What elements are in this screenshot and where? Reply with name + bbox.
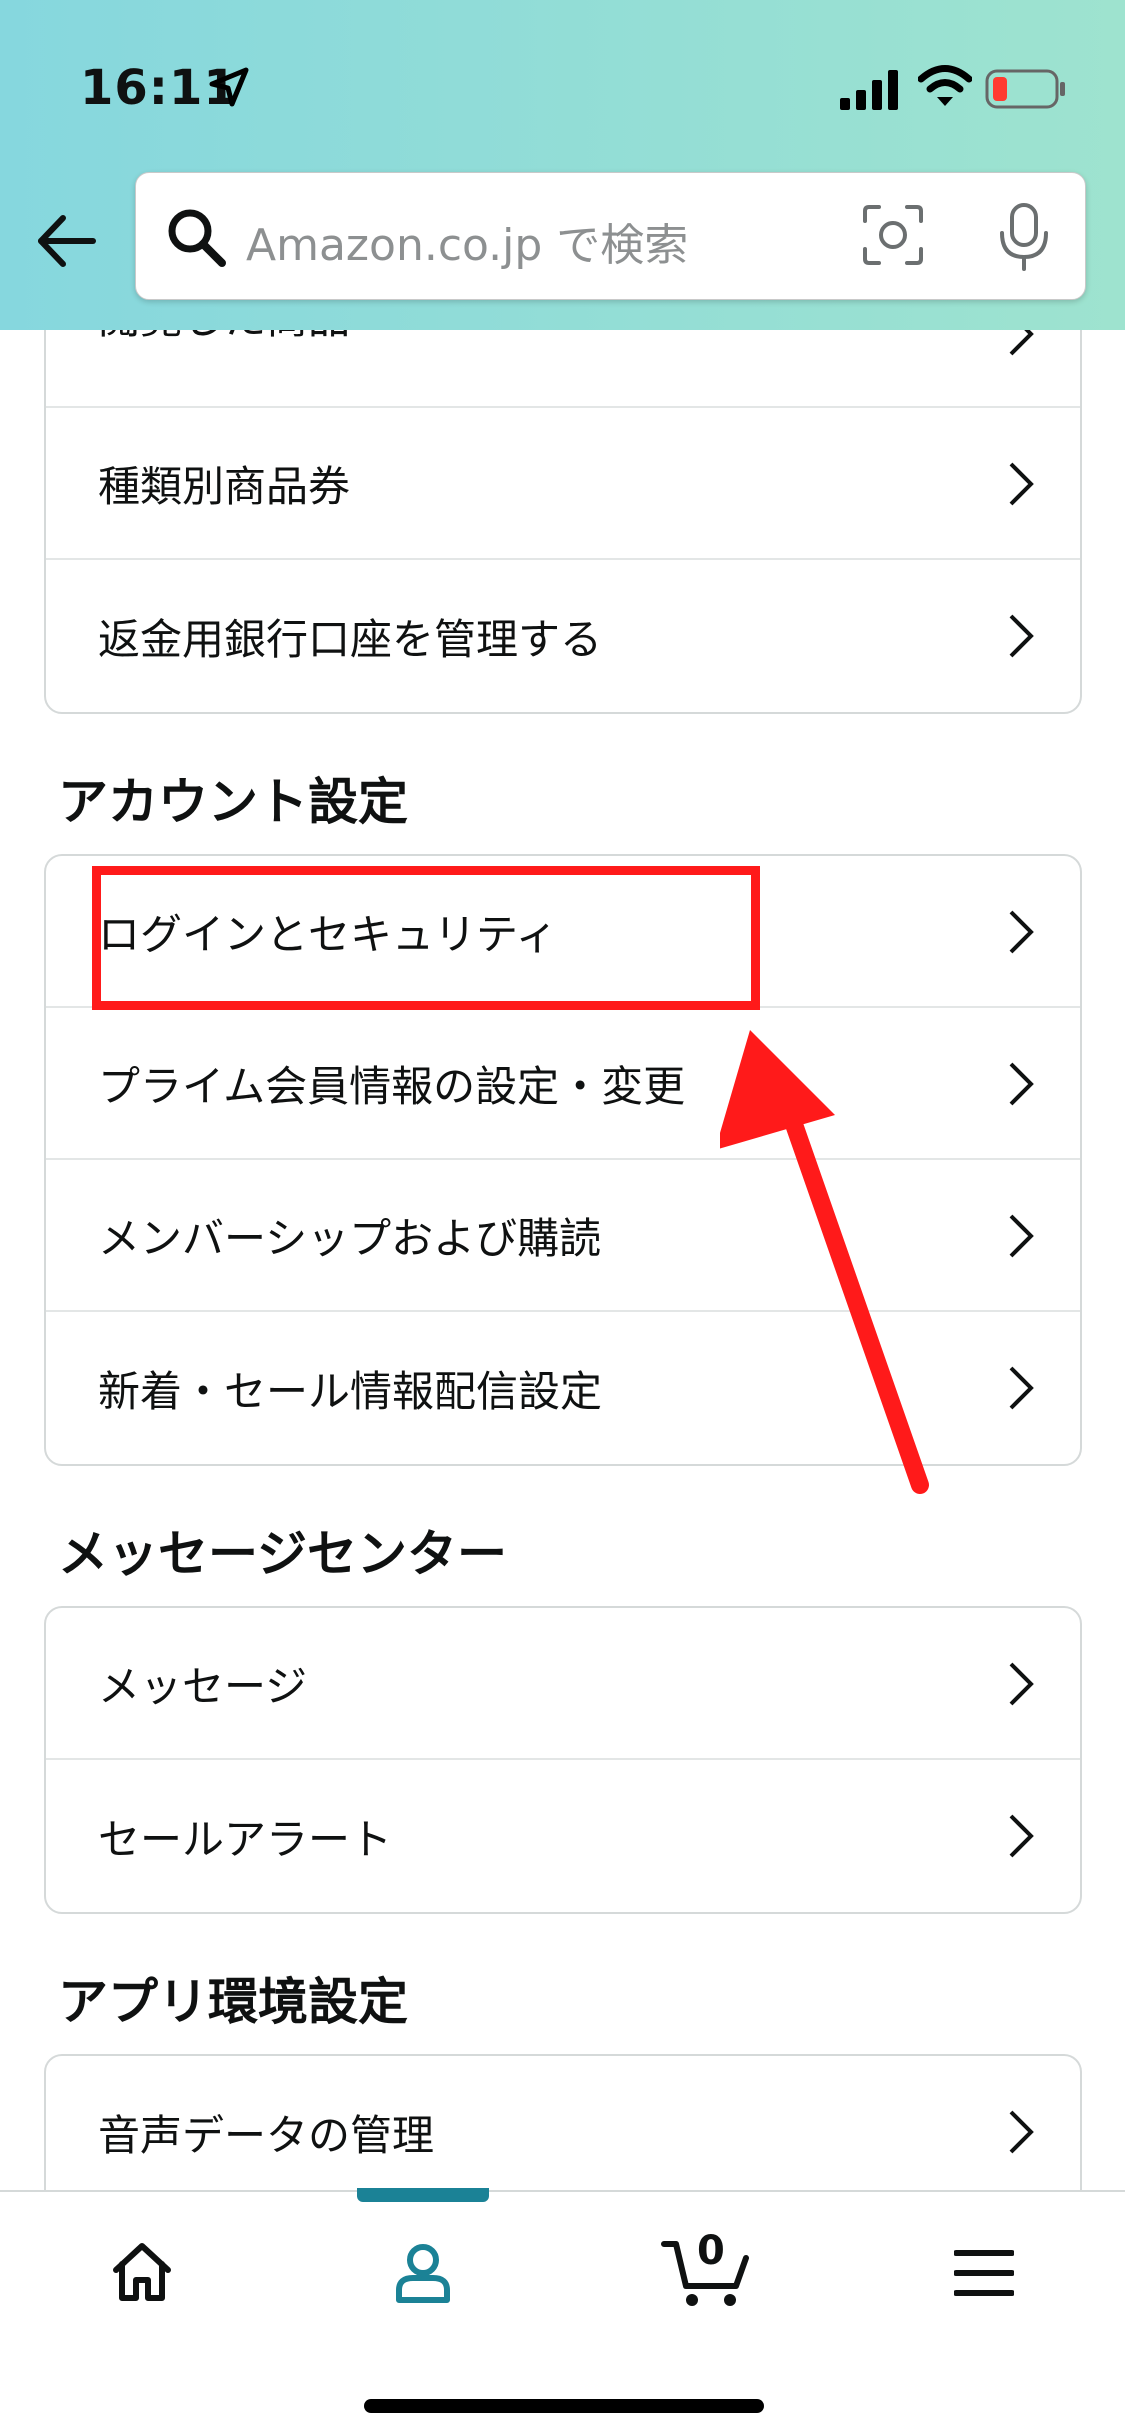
list-item-voice-data[interactable]: 音声データの管理: [46, 2056, 1080, 2208]
chevron-right-icon: [1009, 1366, 1034, 1410]
microphone-icon[interactable]: [996, 201, 1052, 271]
search-input[interactable]: Amazon.co.jp で検索: [135, 172, 1086, 300]
cart-count-badge: 0: [697, 2228, 725, 2274]
arrow-annotation-icon: [720, 1030, 929, 1494]
chevron-right-icon: [1009, 1062, 1034, 1106]
chevron-right-icon: [1009, 1814, 1034, 1858]
home-indicator: [364, 2399, 764, 2413]
list-item-label: 音声データの管理: [98, 2110, 435, 2160]
search-icon: [168, 209, 226, 267]
app-header: 16:11 Amazon.co.jp で検索: [0, 0, 1125, 330]
app-settings-card: 音声データの管理: [44, 2054, 1082, 2210]
chevron-right-icon: [1009, 614, 1034, 658]
list-item-messages[interactable]: メッセージ: [46, 1608, 1080, 1760]
home-icon[interactable]: [110, 2240, 174, 2304]
section-title-app-settings: アプリ環境設定: [58, 1973, 408, 2031]
list-item-label: 種類別商品券: [98, 461, 351, 511]
list-item-refund-bank-account[interactable]: 返金用銀行口座を管理する: [46, 560, 1080, 712]
location-arrow-icon: [209, 67, 249, 107]
list-item-label: メンバーシップおよび購読: [98, 1213, 602, 1263]
chevron-right-icon: [1009, 1214, 1034, 1258]
list-item-label: 返金用銀行口座を管理する: [98, 614, 603, 664]
battery-low-icon: [985, 69, 1065, 109]
chevron-right-icon: [1009, 1662, 1034, 1706]
search-placeholder: Amazon.co.jp で検索: [246, 220, 689, 271]
section-title-message-center: メッセージセンター: [58, 1525, 507, 1583]
account-icon[interactable]: [391, 2240, 455, 2304]
chevron-right-icon: [1009, 2110, 1034, 2154]
camera-scan-icon[interactable]: [861, 203, 925, 267]
chevron-right-icon: [1009, 910, 1034, 954]
wifi-icon: [918, 65, 972, 106]
message-center-card: メッセージ セールアラート: [44, 1606, 1082, 1914]
highlight-annotation-box: [92, 866, 760, 1010]
menu-icon[interactable]: [954, 2248, 1014, 2298]
back-arrow-icon[interactable]: [35, 210, 97, 272]
cellular-signal-icon: [840, 70, 898, 110]
list-item-sale-alerts[interactable]: セールアラート: [46, 1760, 1080, 1912]
list-item-label: メッセージ: [98, 1661, 308, 1711]
active-tab-indicator: [357, 2188, 489, 2202]
section-title-account-settings: アカウント設定: [58, 773, 408, 831]
list-item-label: セールアラート: [98, 1814, 393, 1864]
list-item-gift-cards-by-type[interactable]: 種類別商品券: [46, 408, 1080, 560]
list-item-label: プライム会員情報の設定・変更: [98, 1061, 686, 1111]
chevron-right-icon: [1009, 462, 1034, 506]
list-item-label: 新着・セール情報配信設定: [98, 1366, 603, 1416]
